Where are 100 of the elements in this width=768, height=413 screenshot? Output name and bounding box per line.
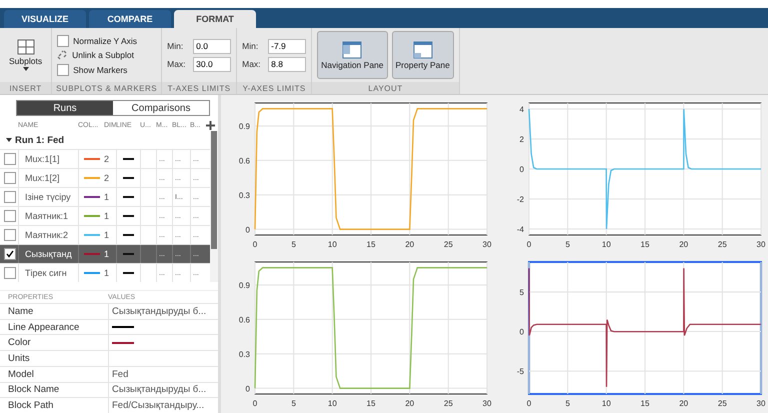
signal-name: Маятник:2: [25, 230, 68, 240]
axis-tick-label: 4: [519, 105, 524, 114]
checkbox[interactable]: [4, 172, 16, 184]
checkbox[interactable]: [57, 64, 70, 76]
axis-tick-label: 10: [328, 240, 337, 249]
table-cell: 2: [104, 173, 110, 184]
axis-tick-label: 20: [678, 399, 688, 408]
pane-layout-icon: [342, 40, 362, 59]
table-cell: 1: [104, 211, 110, 222]
line-style-icon: [123, 253, 134, 256]
axis-tick-label: 0.3: [238, 190, 250, 200]
axis-tick-label: 10: [328, 399, 337, 408]
property-value: Fed: [112, 368, 128, 380]
axis-tick-label: 25: [444, 399, 453, 408]
axis-tick-label: 20: [678, 240, 688, 249]
axis-tick-label: 30: [482, 399, 492, 408]
pane-toggle-button[interactable]: Property Pane: [392, 31, 454, 79]
group-caption: SUBPLOTS & MARKERS: [52, 82, 162, 94]
axis-tick-label: 10: [601, 399, 610, 408]
axis-tick-label: -2: [516, 195, 524, 204]
line-style-icon: [123, 234, 134, 236]
axis-tick-label: -5: [516, 367, 524, 376]
axis-tick-label: 5: [564, 399, 570, 408]
group-caption: LAYOUT: [312, 82, 459, 94]
checkbox[interactable]: [4, 191, 16, 204]
line-style-icon: [123, 272, 134, 274]
pane-layout-icon: [412, 40, 433, 59]
axis-tick-label: 30: [756, 399, 765, 408]
axis-tick-label: 2: [519, 135, 524, 144]
limit-field[interactable]: 30.0: [193, 56, 232, 72]
axis-tick-label: 15: [640, 399, 649, 408]
axis-tick-label: 0: [252, 240, 258, 249]
field-label: Min:: [242, 41, 260, 51]
property-name: Block Path: [8, 400, 54, 412]
axis-tick-label: 25: [717, 240, 726, 249]
axis-tick-label: 5: [291, 399, 296, 408]
table-cell: 1: [104, 192, 110, 202]
limit-field[interactable]: -7.9: [268, 38, 306, 54]
table-cell: 2: [104, 154, 110, 164]
axis-tick-label: 30: [482, 240, 492, 249]
property-name: Color: [8, 337, 32, 348]
axis-tick-label: 15: [366, 399, 376, 408]
axis-tick-label: 0: [246, 384, 250, 394]
field-label: Min:: [167, 41, 184, 51]
axis-tick-label: 15: [640, 240, 649, 249]
checkbox[interactable]: [4, 248, 16, 260]
property-value: Сызықтандыруды б...: [112, 384, 206, 396]
plus-icon[interactable]: [206, 121, 215, 130]
ribbon-tab[interactable]: FORMAT: [174, 10, 256, 28]
axis-tick-label: 20: [405, 240, 414, 249]
checkbox-label: Show Markers: [73, 64, 128, 74]
subplots-button[interactable]: Subplots: [5, 31, 46, 79]
signal-name: Ізіне түсіру: [25, 192, 71, 202]
checkbox[interactable]: [4, 267, 16, 280]
line-style-icon: [123, 177, 134, 180]
axis-tick-label: 5: [564, 240, 570, 249]
property-name: Name: [8, 306, 34, 317]
axis-tick-label: 0: [519, 165, 524, 174]
property-name: Block Name: [8, 384, 60, 396]
axis-tick-label: 25: [444, 240, 453, 249]
axis-tick-label: 0: [526, 399, 531, 408]
axis-tick-label: 5: [291, 240, 296, 249]
line-style-icon: [123, 196, 134, 198]
checkbox[interactable]: [4, 153, 16, 166]
ribbon-tab[interactable]: VISUALIZE: [4, 10, 86, 28]
axis-tick-label: 10: [601, 240, 610, 249]
limit-field[interactable]: 8.8: [268, 56, 306, 72]
table-cell: 1: [104, 268, 110, 278]
unlink-subplot-button[interactable]: Unlink a Subplot: [72, 50, 134, 60]
signal-name: Mux:1[2]: [25, 173, 60, 184]
line-style-icon: [123, 215, 134, 218]
axis-tick-label: -4: [516, 225, 524, 234]
axis-tick-label: 15: [366, 240, 376, 249]
scrollbar-thumb[interactable]: [211, 131, 217, 250]
view-toggle-button[interactable]: Runs: [17, 101, 113, 115]
group-caption: Y-AXES LIMITS: [237, 82, 312, 94]
checkbox[interactable]: [57, 34, 70, 46]
axis-tick-label: 0: [519, 328, 524, 337]
limit-field[interactable]: 0.0: [193, 38, 232, 54]
field-label: Max:: [167, 59, 187, 69]
checkbox[interactable]: [4, 229, 16, 242]
axis-tick-label: 0: [252, 399, 258, 408]
caret-icon[interactable]: [6, 137, 12, 144]
caret-icon: [22, 67, 29, 72]
property-name: Model: [8, 368, 35, 380]
axis-tick-label: 20: [405, 399, 414, 408]
property-name: Line Appearance: [8, 322, 80, 332]
group-caption: T-AXES LIMITS: [162, 82, 236, 94]
signal-name: Тірек сигн: [25, 268, 67, 278]
axis-tick-label: 0: [246, 225, 250, 234]
property-value: Fed/Сызықтандыру...: [112, 400, 204, 412]
axis-tick-label: 30: [756, 240, 765, 249]
pane-toggle-button[interactable]: Navigation Pane: [317, 31, 388, 79]
checkbox[interactable]: [4, 210, 16, 222]
run-label: Run 1: Fed: [15, 134, 64, 146]
signal-name: Mux:1[1]: [25, 154, 60, 164]
ribbon-tab[interactable]: COMPARE: [89, 10, 171, 28]
line-style-icon: [123, 158, 134, 160]
axis-tick-label: 0.3: [238, 350, 250, 359]
grid-icon: [16, 38, 35, 55]
